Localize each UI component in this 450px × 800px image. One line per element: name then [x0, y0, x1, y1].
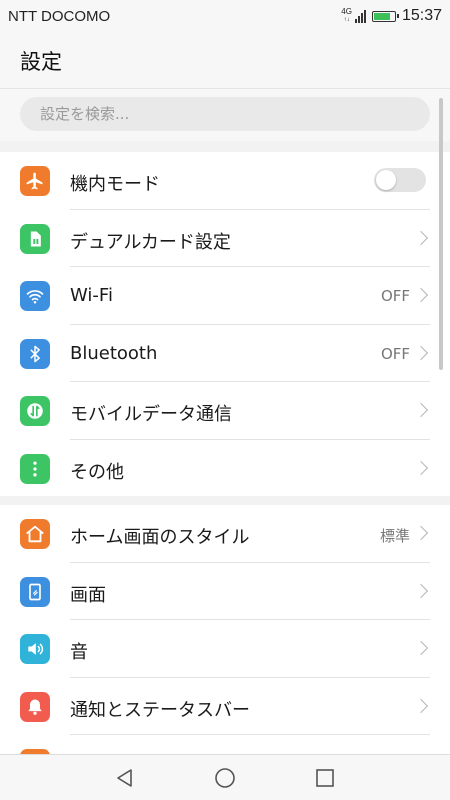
- chevron-right-icon: [413, 402, 429, 418]
- search-input[interactable]: [20, 97, 430, 131]
- settings-item-airplane-mode[interactable]: 機内モード: [0, 152, 450, 210]
- settings-item-label: その他: [70, 461, 124, 483]
- scrollbar[interactable]: [439, 98, 443, 370]
- settings-item-dual-card[interactable]: デュアルカード設定: [0, 210, 450, 267]
- status-bar: NTT DOCOMO 4G ↑↓ 15:37: [0, 0, 450, 32]
- home-icon: [20, 519, 50, 549]
- settings-item-home-style[interactable]: ホーム画面のスタイル 標準: [0, 505, 450, 563]
- chevron-right-icon: [413, 287, 429, 303]
- display-icon: [20, 576, 50, 607]
- airplane-icon: [20, 166, 50, 196]
- settings-item-label: 音: [70, 642, 88, 663]
- chevron-right-icon: [413, 525, 429, 541]
- app-header: 設定: [0, 32, 450, 88]
- chevron-right-icon: [413, 345, 429, 360]
- more-icon: [20, 453, 50, 484]
- settings-item-label: 機内モード: [70, 174, 160, 195]
- settings-section-connectivity: 機内モード デュアルカード設定 Wi-Fi OFF Bluetooth OFF: [0, 152, 450, 496]
- clock: 15:37: [401, 7, 442, 24]
- settings-item-notifications[interactable]: 通知とステータスバー: [0, 678, 450, 735]
- navigation-bar: [0, 754, 450, 800]
- carrier-name: NTT DOCOMO: [8, 8, 111, 25]
- battery-icon: [371, 10, 399, 22]
- settings-item-label: Wi-Fi: [70, 285, 113, 306]
- mobile-data-icon: [20, 396, 50, 426]
- settings-item-partial[interactable]: [0, 735, 450, 755]
- bluetooth-icon: [20, 338, 50, 369]
- notification-icon: [20, 691, 50, 722]
- settings-item-label: Bluetooth: [70, 342, 158, 364]
- wifi-icon: [20, 281, 50, 311]
- back-icon[interactable]: [114, 767, 136, 789]
- sound-icon: [20, 634, 50, 664]
- settings-item-label: 画面: [70, 584, 106, 606]
- chevron-right-icon: [413, 640, 429, 656]
- page-title: 設定: [20, 50, 62, 74]
- status-icons: 4G ↑↓ 15:37: [341, 7, 442, 25]
- settings-item-label: 通知とステータスバー: [70, 699, 250, 721]
- network-type-label: 4G: [341, 7, 352, 16]
- wifi-status: OFF: [380, 287, 410, 305]
- recents-icon[interactable]: [314, 767, 336, 789]
- settings-item-label: モバイルデータ通信: [70, 404, 232, 425]
- airplane-mode-toggle[interactable]: [374, 168, 426, 192]
- settings-item-bluetooth[interactable]: Bluetooth OFF: [0, 325, 450, 382]
- chevron-right-icon: [413, 230, 429, 245]
- settings-item-display[interactable]: 画面: [0, 563, 450, 620]
- chevron-right-icon: [413, 698, 429, 713]
- settings-item-mobile-data[interactable]: モバイルデータ通信: [0, 382, 450, 440]
- settings-item-label: デュアルカード設定: [70, 231, 231, 253]
- home-circle-icon[interactable]: [214, 767, 236, 789]
- chevron-right-icon: [413, 460, 429, 475]
- signal-icon: [354, 9, 366, 23]
- bluetooth-status: OFF: [380, 344, 410, 363]
- network-type-icon: 4G ↑↓: [341, 7, 352, 24]
- sim-card-icon: [20, 223, 50, 254]
- settings-item-sound[interactable]: 音: [0, 620, 450, 678]
- settings-item-label: ホーム画面のスタイル: [70, 527, 250, 548]
- chevron-right-icon: [413, 583, 429, 598]
- settings-section-device: ホーム画面のスタイル 標準 画面 音 通知とステータスバー: [0, 505, 450, 755]
- settings-item-more[interactable]: その他: [0, 440, 450, 498]
- settings-item-wifi[interactable]: Wi-Fi OFF: [0, 267, 450, 325]
- search-area: [0, 88, 450, 141]
- home-style-value: 標準: [379, 527, 410, 545]
